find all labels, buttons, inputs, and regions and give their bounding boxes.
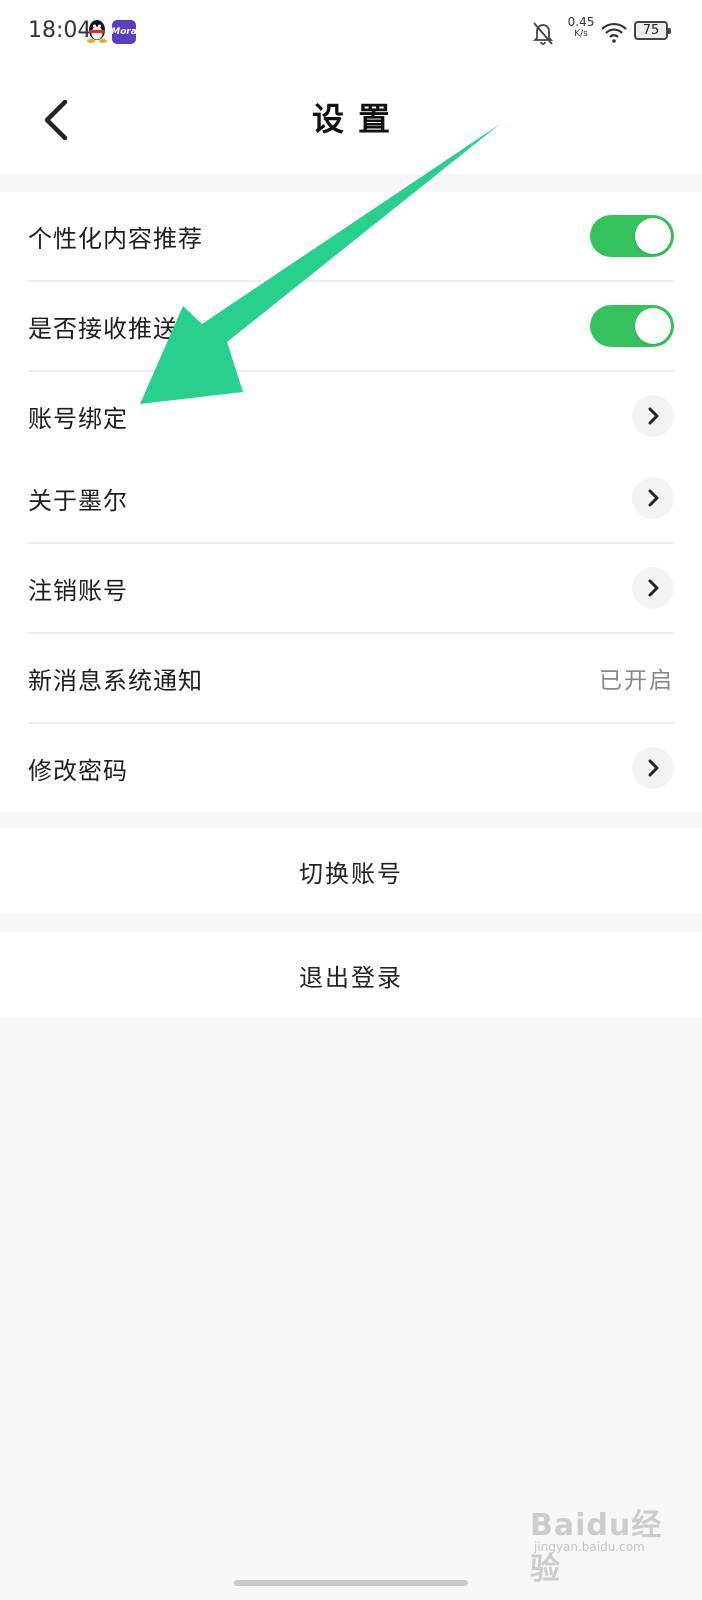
wifi-icon bbox=[601, 22, 627, 43]
settings-group-secondary: 关于墨尔 注销账号 新消息系统通知 已开启 修改密码 bbox=[0, 454, 702, 812]
qq-penguin-icon bbox=[87, 20, 107, 43]
battery-icon: 75 bbox=[634, 21, 671, 40]
net-speed: 0.45 K/s bbox=[567, 15, 595, 39]
bell-off-icon bbox=[532, 22, 554, 45]
setting-label: 是否接收推送 bbox=[28, 314, 178, 343]
setting-label: 注销账号 bbox=[28, 576, 128, 605]
setting-label: 关于墨尔 bbox=[28, 486, 128, 515]
setting-delete-account[interactable]: 注销账号 bbox=[28, 544, 674, 634]
setting-change-password[interactable]: 修改密码 bbox=[28, 724, 674, 812]
personalized-recommendation-toggle[interactable] bbox=[590, 215, 674, 257]
status-time: 18:04 bbox=[28, 18, 92, 43]
chevron-right-icon bbox=[632, 567, 674, 609]
watermark-url: jingyan.baidu.com bbox=[534, 1540, 645, 1554]
receive-push-toggle[interactable] bbox=[590, 305, 674, 347]
header: 设置 bbox=[0, 64, 702, 174]
baidu-watermark: Baidu经验 jingyan.baidu.com bbox=[530, 1500, 680, 1587]
switch-account-button[interactable]: 切换账号 bbox=[0, 828, 702, 914]
chevron-right-icon bbox=[632, 395, 674, 437]
status-bar: 18:04 Mora 0.45 K/s 75 bbox=[0, 0, 702, 64]
setting-label: 账号绑定 bbox=[28, 404, 128, 433]
settings-group-primary: 个性化内容推荐 是否接收推送 账号绑定 bbox=[0, 192, 702, 460]
setting-label: 修改密码 bbox=[28, 756, 128, 785]
chevron-right-icon bbox=[632, 747, 674, 789]
page-title: 设置 bbox=[311, 100, 404, 138]
setting-message-notification[interactable]: 新消息系统通知 已开启 bbox=[28, 634, 674, 724]
chevron-right-icon bbox=[632, 477, 674, 519]
notification-status-value: 已开启 bbox=[599, 668, 674, 694]
setting-about[interactable]: 关于墨尔 bbox=[28, 454, 674, 544]
logout-button[interactable]: 退出登录 bbox=[0, 932, 702, 1018]
home-indicator[interactable] bbox=[234, 1580, 468, 1586]
app-badge-icon: Mora bbox=[111, 20, 137, 44]
setting-label: 新消息系统通知 bbox=[28, 666, 203, 695]
setting-receive-push: 是否接收推送 bbox=[28, 282, 674, 372]
setting-personalized-recommendation: 个性化内容推荐 bbox=[28, 192, 674, 282]
setting-label: 个性化内容推荐 bbox=[28, 224, 203, 253]
setting-account-binding[interactable]: 账号绑定 bbox=[28, 372, 674, 460]
